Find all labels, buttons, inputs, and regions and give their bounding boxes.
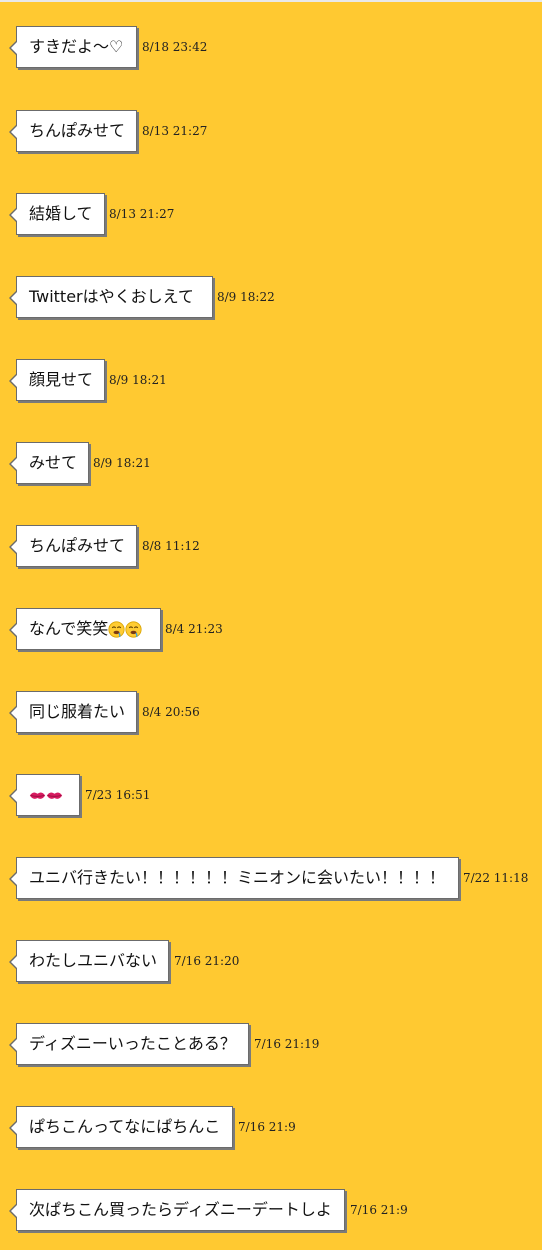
message-bubble[interactable]: ディズニーいったことある？ (9, 1023, 249, 1065)
message-text: Twitterはやくおしえて (29, 287, 194, 306)
message-text: すきだよ〜♡ (29, 37, 124, 56)
message-text: わたしユニバない (29, 951, 158, 970)
message-timestamp: 7/23 16:51 (85, 788, 151, 802)
kiss-mark-emoji (29, 791, 46, 799)
message-row: すきだよ〜♡ 8/18 23:42 (0, 26, 542, 74)
message-row: 結婚して 8/13 21:27 (0, 193, 542, 241)
message-bubble[interactable]: 次ぱちこん買ったらディズニーデートしよ (9, 1189, 345, 1231)
message-timestamp: 7/16 21:19 (254, 1037, 320, 1051)
message-bubble[interactable]: わたしユニバない (9, 940, 169, 982)
message-bubble[interactable]: Twitterはやくおしえて (9, 276, 213, 318)
message-timestamp: 8/4 20:56 (142, 705, 200, 719)
message-row: ちんぽみせて 8/8 11:12 (0, 525, 542, 573)
message-timestamp: 7/16 21:9 (238, 1120, 296, 1134)
message-bubble[interactable]: 結婚して (9, 193, 105, 235)
message-bubble[interactable]: ちんぽみせて (9, 110, 137, 152)
message-text: 同じ服着たい (29, 702, 126, 721)
message-text: ちんぽみせて (29, 536, 126, 555)
message-row: ぱちこんってなにぱちんこ 7/16 21:9 (0, 1106, 542, 1154)
message-timestamp: 7/16 21:20 (174, 954, 240, 968)
message-row: ユニバ行きたい！！！！！！ミニオンに会いたい！！！！ 7/22 11:18 (0, 857, 542, 905)
message-row: 7/23 16:51 (0, 774, 542, 822)
kiss-mark-emoji (46, 791, 63, 799)
message-bubble[interactable]: ちんぽみせて (9, 525, 137, 567)
message-timestamp: 8/13 21:27 (142, 124, 208, 138)
message-row: 顔見せて 8/9 18:21 (0, 359, 542, 407)
message-timestamp: 7/22 11:18 (463, 871, 529, 885)
message-text: 結婚して (29, 204, 93, 223)
message-timestamp: 8/9 18:21 (93, 456, 151, 470)
message-timestamp: 8/18 23:42 (142, 40, 208, 54)
message-list[interactable]: すきだよ〜♡ 8/18 23:42 ちんぽみせて 8/13 21:27 結婚して… (0, 0, 542, 1250)
message-text: ぱちこんってなにぱちんこ (29, 1117, 221, 1136)
message-bubble[interactable]: なんで笑笑 (9, 608, 161, 650)
message-row: ちんぽみせて 8/13 21:27 (0, 110, 542, 158)
message-bubble[interactable]: ぱちこんってなにぱちんこ (9, 1106, 233, 1148)
message-text: 顔見せて (29, 370, 94, 389)
message-text: みせて (29, 453, 78, 472)
message-timestamp: 8/4 21:23 (165, 622, 223, 636)
drooling-face-emoji (125, 620, 142, 638)
message-row: Twitterはやくおしえて 8/9 18:22 (0, 276, 542, 324)
message-text: ユニバ行きたい！！！！！！ミニオンに会いたい！！！！ (29, 868, 446, 887)
message-timestamp: 8/13 21:27 (109, 207, 175, 221)
message-bubble[interactable]: 同じ服着たい (9, 691, 137, 733)
message-text: 次ぱちこん買ったらディズニーデートしよ (29, 1200, 332, 1219)
message-text: ちんぽみせて (29, 121, 126, 140)
message-bubble[interactable]: みせて (9, 442, 89, 484)
message-bubble[interactable] (9, 774, 80, 816)
message-timestamp: 7/16 21:9 (350, 1203, 408, 1217)
message-timestamp: 8/8 11:12 (142, 539, 200, 553)
message-text: ディズニーいったことある？ (29, 1034, 236, 1053)
message-row: わたしユニバない 7/16 21:20 (0, 940, 542, 988)
message-row: みせて 8/9 18:21 (0, 442, 542, 490)
message-text: なんで笑笑 (29, 619, 109, 638)
message-bubble[interactable]: 顔見せて (9, 359, 105, 401)
message-bubble[interactable]: すきだよ〜♡ (9, 26, 137, 68)
message-timestamp: 8/9 18:22 (217, 290, 275, 304)
message-bubble[interactable]: ユニバ行きたい！！！！！！ミニオンに会いたい！！！！ (9, 857, 459, 899)
message-row: なんで笑笑 8/4 21:23 (0, 608, 542, 656)
drooling-face-emoji (108, 620, 125, 638)
message-row: ディズニーいったことある？ 7/16 21:19 (0, 1023, 542, 1071)
message-row: 同じ服着たい 8/4 20:56 (0, 691, 542, 739)
message-row: 次ぱちこん買ったらディズニーデートしよ 7/16 21:9 (0, 1189, 542, 1237)
message-timestamp: 8/9 18:21 (109, 373, 167, 387)
